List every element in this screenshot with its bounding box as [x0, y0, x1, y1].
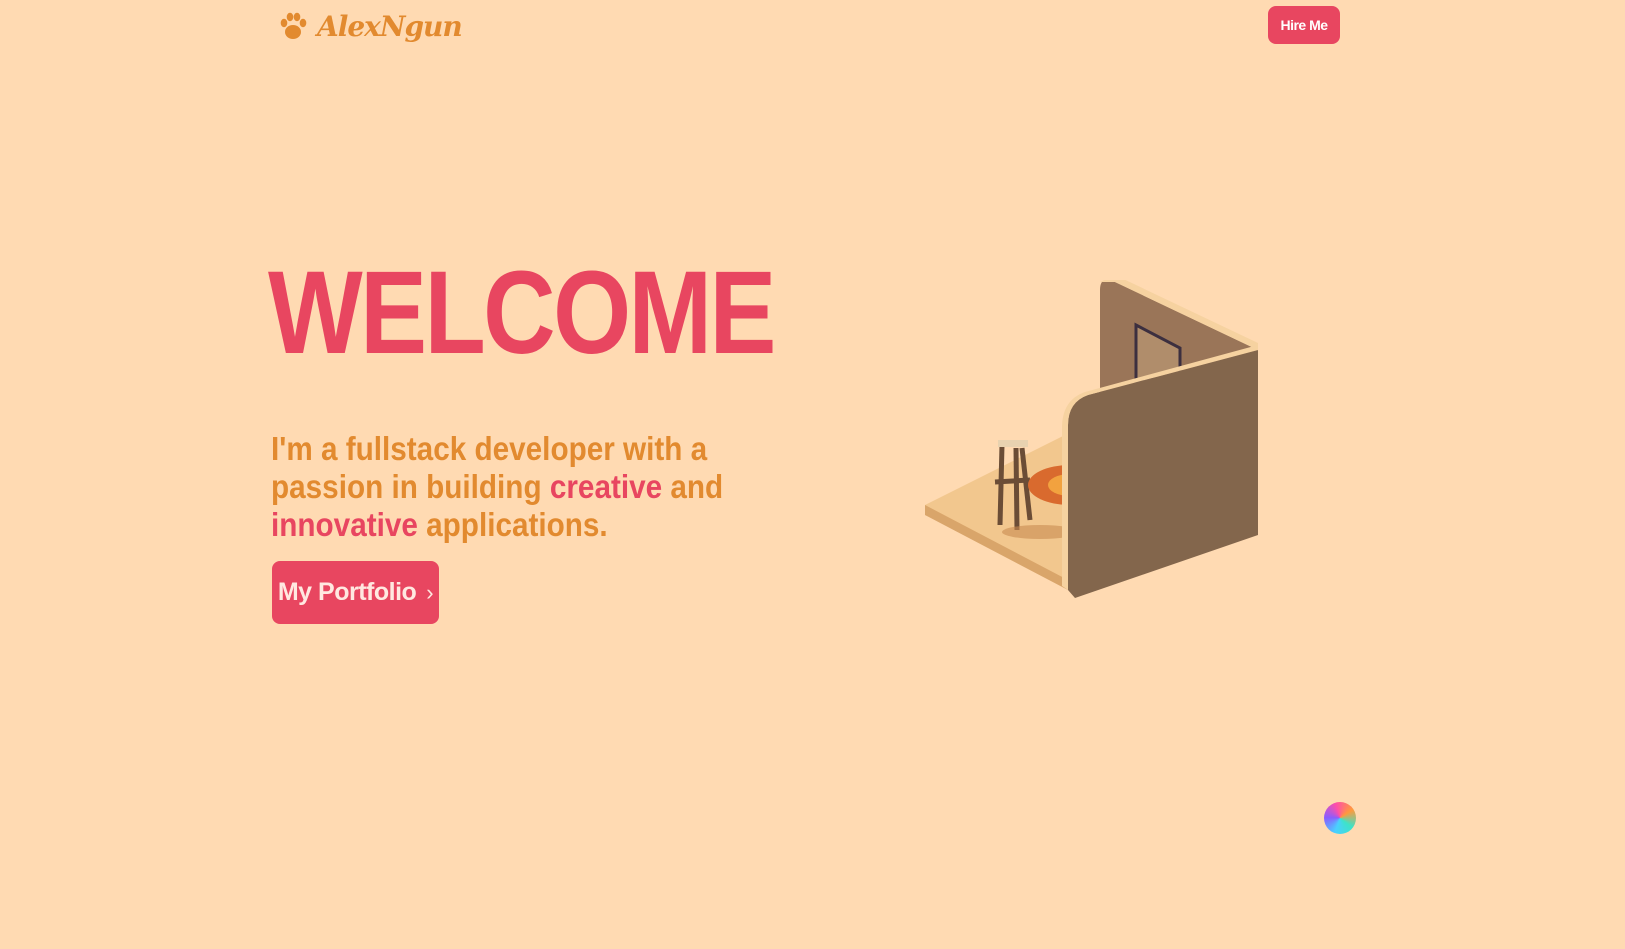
hero-title: WELCOME [268, 247, 776, 379]
isometric-room-illustration [925, 280, 1258, 598]
portfolio-button-label: My Portfolio [277, 578, 417, 606]
hero-desc-accent-creative: creative [549, 468, 663, 505]
room-floor [925, 435, 1068, 580]
navbar: AlexNgun Hire Me [0, 0, 1625, 52]
hero-description: I'm a fullstack developer with a passion… [271, 430, 793, 544]
easel-canvas [998, 440, 1028, 447]
paw-icon [280, 12, 307, 39]
hero-desc-text: and [662, 468, 724, 505]
chevron-right-icon: › [426, 579, 434, 605]
hire-me-button[interactable]: Hire Me [1268, 6, 1340, 44]
room-side-wall [1068, 350, 1258, 598]
hero-desc-text: applications. [417, 506, 608, 543]
logo[interactable]: AlexNgun [277, 6, 463, 46]
theme-orb-button[interactable] [1324, 802, 1356, 834]
hero-desc-accent-innovative: innovative [271, 506, 418, 543]
logo-text: AlexNgun [317, 9, 463, 43]
my-portfolio-button[interactable]: My Portfolio › [272, 561, 439, 624]
